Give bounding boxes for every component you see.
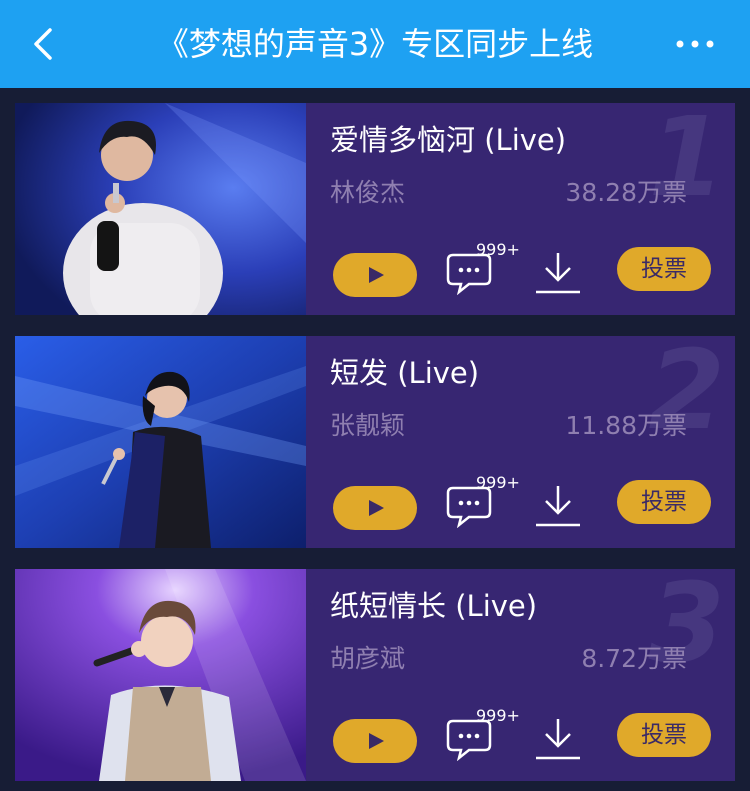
singer-name: 张靓颖 [330, 411, 406, 440]
song-card[interactable]: 2 短发 (Live) 张靓颖 11.88万票 999+ 投票 [15, 336, 735, 548]
vote-count: 38.28万票 [565, 178, 687, 207]
song-card[interactable]: 3 纸短情长 (Live) 胡彦斌 8.72万票 999+ 投票 [15, 569, 735, 781]
song-title[interactable]: 短发 (Live) [330, 353, 479, 393]
more-icon[interactable] [670, 24, 720, 64]
vote-button[interactable]: 投票 [617, 713, 711, 757]
play-button[interactable] [333, 719, 417, 763]
singer-name: 林俊杰 [330, 178, 406, 207]
comment-count-badge: 999+ [476, 706, 520, 725]
play-icon [369, 500, 384, 516]
play-icon [369, 733, 384, 749]
download-icon[interactable] [533, 249, 583, 295]
song-thumbnail[interactable] [15, 336, 306, 548]
play-button[interactable] [333, 253, 417, 297]
top-nav-bar: 《梦想的声音3》专区同步上线 [0, 0, 750, 88]
play-button[interactable] [333, 486, 417, 530]
download-icon[interactable] [533, 715, 583, 761]
song-list: 1 爱情多恼河 (Live) 林俊杰 38.28万票 999+ 投票 2 短发 … [0, 88, 750, 791]
vote-button[interactable]: 投票 [617, 480, 711, 524]
comment-count-badge: 999+ [476, 473, 520, 492]
song-thumbnail[interactable] [15, 103, 306, 315]
vote-button[interactable]: 投票 [617, 247, 711, 291]
vote-count: 11.88万票 [565, 411, 687, 440]
comment-count-badge: 999+ [476, 240, 520, 259]
song-card[interactable]: 1 爱情多恼河 (Live) 林俊杰 38.28万票 999+ 投票 [15, 103, 735, 315]
song-title[interactable]: 爱情多恼河 (Live) [330, 120, 566, 160]
song-title[interactable]: 纸短情长 (Live) [330, 586, 537, 626]
play-icon [369, 267, 384, 283]
page-title: 《梦想的声音3》专区同步上线 [156, 25, 594, 63]
download-icon[interactable] [533, 482, 583, 528]
vote-count: 8.72万票 [581, 644, 687, 673]
song-thumbnail[interactable] [15, 569, 306, 781]
singer-name: 胡彦斌 [330, 644, 406, 673]
